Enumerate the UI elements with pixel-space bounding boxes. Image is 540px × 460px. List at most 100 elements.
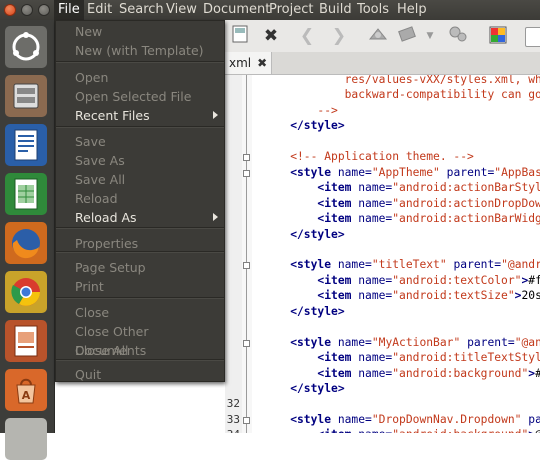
- code-text: <item name="android:actionDropDownStyl: [263, 196, 540, 211]
- menu-view[interactable]: View: [162, 0, 201, 20]
- menu-build[interactable]: Build: [315, 0, 356, 20]
- file-menu-item-properties[interactable]: Properties: [75, 234, 220, 253]
- code-line: 33 <style name="DropDownNav.Dropdown" pa…: [225, 412, 540, 427]
- code-token: name=: [337, 412, 372, 426]
- menu-search[interactable]: Search: [115, 0, 168, 20]
- menu-document[interactable]: Document: [199, 0, 274, 20]
- dropdown-icon[interactable]: ▼: [425, 25, 435, 47]
- code-token: parent=: [446, 258, 502, 272]
- file-menu-item-close[interactable]: Close: [75, 303, 220, 322]
- fold-toggle-icon[interactable]: [243, 154, 250, 162]
- calc-icon[interactable]: [5, 173, 47, 215]
- file-menu-item-reload-as[interactable]: Reload As: [75, 208, 220, 227]
- window-maximize-button[interactable]: [38, 4, 50, 16]
- code-text: <item name="android:background">@drawa: [263, 427, 540, 433]
- code-token: "AppTheme": [371, 165, 440, 179]
- file-menu-item-reload[interactable]: Reload: [75, 189, 220, 208]
- file-menu-item-close-other-documents[interactable]: Close Other Documents: [75, 322, 220, 358]
- code-line: <style name="MyActionBar" parent="@andro…: [225, 335, 540, 350]
- code-editor[interactable]: res/values-vXX/styles.xml, while c backw…: [225, 74, 540, 433]
- window-close-button[interactable]: [4, 4, 16, 16]
- code-line: <item name="android:actionBarWidgetThe: [225, 211, 540, 226]
- file-menu-item-open[interactable]: Open: [75, 68, 220, 87]
- menu-edit[interactable]: Edit: [83, 0, 116, 20]
- file-menu-item-quit[interactable]: Quit: [75, 365, 220, 384]
- forward-icon[interactable]: ❯: [329, 25, 349, 47]
- code-line: <style name="AppTheme" parent="AppBaseTh…: [225, 165, 540, 180]
- build-icon[interactable]: [397, 25, 419, 47]
- code-token: name=: [358, 273, 393, 287]
- line-number: 34: [225, 427, 240, 433]
- ubuntu-dash-icon[interactable]: [5, 26, 47, 68]
- code-line: </style>: [225, 118, 540, 133]
- file-menu-item-print[interactable]: Print: [75, 277, 220, 296]
- file-menu-item-open-selected-file[interactable]: Open Selected File: [75, 87, 220, 106]
- code-text: res/values-vXX/styles.xml, while c: [263, 74, 540, 87]
- file-menu-item-save-as[interactable]: Save As: [75, 151, 220, 170]
- close-file-icon[interactable]: ✖: [261, 25, 281, 47]
- code-token: name=: [337, 258, 372, 272]
- fold-toggle-icon[interactable]: [243, 339, 250, 347]
- software-center-icon[interactable]: A: [5, 369, 47, 411]
- code-text: <style name="AppTheme" parent="AppBaseTh…: [263, 165, 540, 180]
- code-token: name=: [358, 212, 393, 226]
- code-line: 34 <item name="android:background">@draw…: [225, 427, 540, 433]
- menu-help[interactable]: Help: [393, 0, 431, 20]
- code-token: <style: [263, 258, 338, 272]
- window-minimize-button[interactable]: [21, 4, 33, 16]
- file-menu-item-close-all[interactable]: Close All: [75, 341, 220, 360]
- execute-icon[interactable]: [447, 25, 469, 47]
- chrome-icon[interactable]: [5, 271, 47, 313]
- code-token: </style>: [263, 382, 345, 395]
- file-manager-icon[interactable]: [5, 75, 47, 117]
- file-menu-item-recent-files[interactable]: Recent Files: [75, 106, 220, 125]
- tab-close-icon[interactable]: ✖: [257, 56, 267, 70]
- code-token: <item: [263, 196, 359, 210]
- menu-project[interactable]: Project: [265, 0, 317, 20]
- code-token: 20sp</it: [521, 289, 540, 303]
- menu-separator: [56, 61, 224, 63]
- writer-icon[interactable]: [5, 124, 47, 166]
- file-menu-item-save-all[interactable]: Save All: [75, 170, 220, 189]
- back-icon[interactable]: ❮: [297, 25, 317, 47]
- code-line: </style>: [225, 304, 540, 319]
- code-text: <item name="android:actionBarWidgetThe: [263, 211, 540, 226]
- code-token: name=: [337, 165, 372, 179]
- menu-file[interactable]: File: [54, 0, 84, 20]
- code-line: <item name="android:titleTextStyle">@s: [225, 350, 540, 365]
- fold-toggle-icon[interactable]: [243, 262, 250, 270]
- compile-icon[interactable]: [367, 25, 389, 47]
- file-menu-item-new-with-template[interactable]: New (with Template): [75, 41, 220, 60]
- impress-icon[interactable]: [5, 320, 47, 362]
- code-token: </style>: [263, 304, 345, 318]
- document-tab[interactable]: xml ✖: [225, 52, 273, 74]
- file-menu-item-new[interactable]: New: [75, 22, 220, 41]
- code-text: backward-compatibility can go here: [263, 87, 540, 102]
- file-menu-dropdown: New New (with Template) Open Open Selected …: [55, 20, 225, 382]
- line-number: 32: [226, 397, 240, 411]
- code-token: "@android: [514, 335, 540, 349]
- save-file-icon[interactable]: [231, 25, 249, 47]
- file-menu-item-save[interactable]: Save: [75, 132, 220, 151]
- fold-toggle-icon[interactable]: [243, 169, 250, 177]
- code-token: "AppBaseThem: [494, 165, 540, 179]
- more-apps-icon[interactable]: [5, 418, 47, 460]
- code-line: </style>: [225, 381, 540, 396]
- code-text: <item name="android:actionBarStyle">@s: [263, 180, 540, 195]
- color-chooser-icon[interactable]: [487, 25, 509, 47]
- code-token: "@android:s: [501, 258, 540, 272]
- code-token: "MyActionBar": [371, 335, 461, 349]
- code-token: <item: [263, 212, 359, 226]
- firefox-icon[interactable]: [5, 222, 47, 264]
- search-field[interactable]: [525, 27, 540, 47]
- menu-tools[interactable]: Tools: [353, 0, 393, 20]
- fold-toggle-icon[interactable]: [243, 416, 250, 424]
- file-menu-item-page-setup[interactable]: Page Setup: [75, 258, 220, 277]
- code-token: name=: [358, 196, 393, 210]
- code-token: <item: [263, 289, 359, 303]
- code-token: "android:textColor": [392, 273, 522, 287]
- code-token: #33b5e: [535, 367, 540, 380]
- code-line: -->: [225, 103, 540, 118]
